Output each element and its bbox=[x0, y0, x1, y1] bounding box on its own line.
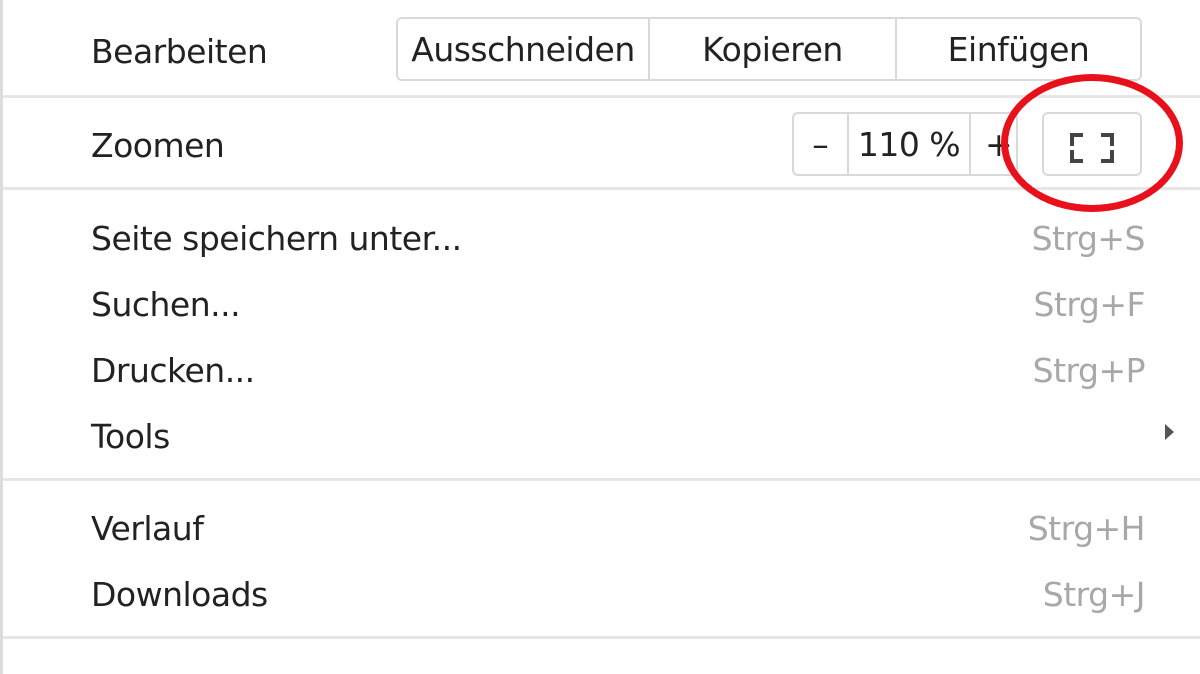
zoom-in-button[interactable]: + bbox=[971, 114, 1016, 174]
menu-item-shortcut: Strg+J bbox=[1042, 575, 1146, 614]
menu-item-search[interactable]: Suchen... Strg+F bbox=[3, 281, 1200, 331]
menu-item-save-page[interactable]: Seite speichern unter... Strg+S bbox=[3, 215, 1200, 265]
menu-item-label: Seite speichern unter... bbox=[91, 219, 462, 258]
zoom-level-value: 110 % bbox=[849, 114, 971, 174]
divider bbox=[3, 636, 1200, 639]
fullscreen-icon bbox=[1070, 133, 1114, 163]
browser-menu: Bearbeiten Ausschneiden Kopieren Einfüge… bbox=[0, 0, 1200, 674]
copy-button[interactable]: Kopieren bbox=[648, 19, 895, 79]
menu-item-downloads[interactable]: Downloads Strg+J bbox=[3, 571, 1200, 621]
menu-item-label: Suchen... bbox=[91, 285, 241, 324]
fullscreen-button[interactable] bbox=[1042, 112, 1142, 176]
zoom-control: – 110 % + bbox=[792, 112, 1018, 176]
edit-button-group: Ausschneiden Kopieren Einfügen bbox=[396, 17, 1142, 81]
edit-row: Bearbeiten Ausschneiden Kopieren Einfüge… bbox=[3, 0, 1200, 95]
zoom-row: Zoomen bbox=[3, 98, 1200, 188]
paste-button[interactable]: Einfügen bbox=[895, 19, 1140, 79]
menu-item-history[interactable]: Verlauf Strg+H bbox=[3, 505, 1200, 555]
divider bbox=[3, 187, 1200, 190]
zoom-label: Zoomen bbox=[91, 126, 225, 165]
cut-button[interactable]: Ausschneiden bbox=[398, 19, 648, 79]
menu-item-shortcut: Strg+P bbox=[1032, 351, 1146, 390]
menu-item-tools[interactable]: Tools bbox=[3, 413, 1200, 463]
menu-item-shortcut: Strg+F bbox=[1033, 285, 1146, 324]
menu-item-shortcut: Strg+H bbox=[1027, 509, 1146, 548]
submenu-arrow-icon bbox=[1165, 424, 1174, 440]
edit-label: Bearbeiten bbox=[91, 32, 268, 71]
zoom-out-button[interactable]: – bbox=[794, 114, 849, 174]
menu-item-label: Drucken... bbox=[91, 351, 255, 390]
menu-item-label: Downloads bbox=[91, 575, 268, 614]
menu-item-label: Tools bbox=[91, 417, 170, 456]
menu-item-shortcut: Strg+S bbox=[1031, 219, 1146, 258]
menu-item-label: Verlauf bbox=[91, 509, 204, 548]
menu-item-print[interactable]: Drucken... Strg+P bbox=[3, 347, 1200, 397]
divider bbox=[3, 478, 1200, 481]
